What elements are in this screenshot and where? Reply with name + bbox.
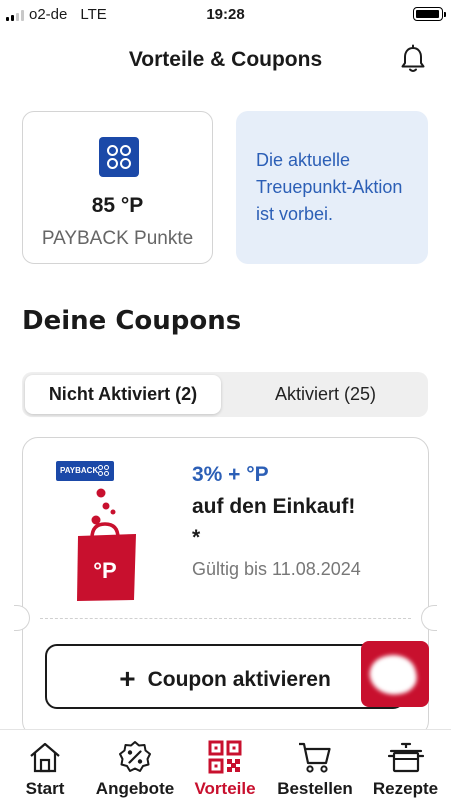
battery-icon bbox=[413, 7, 446, 21]
plus-icon: + bbox=[119, 663, 136, 694]
tab-rezepte-label: Rezepte bbox=[372, 779, 439, 798]
coupon-headline: 3% + °P bbox=[192, 463, 269, 486]
tab-activated[interactable]: Aktiviert (25) bbox=[226, 375, 425, 414]
percent-badge-icon bbox=[119, 741, 151, 772]
payback-logo-icon bbox=[99, 137, 139, 177]
shopping-bag-points-icon: °P bbox=[77, 488, 136, 601]
points-label: PAYBACK Punkte bbox=[41, 228, 194, 249]
tab-rezepte[interactable]: Rezepte bbox=[360, 730, 451, 801]
tab-vorteile[interactable]: Vorteile bbox=[180, 730, 270, 801]
coupon-note: * bbox=[192, 526, 201, 549]
tab-angebote-label: Angebote bbox=[95, 779, 175, 798]
payback-points-card[interactable]: 85 °P PAYBACK Punkte bbox=[22, 111, 213, 264]
house-icon bbox=[30, 742, 60, 773]
page-title: Vorteile & Coupons bbox=[128, 48, 323, 71]
promo-info-card: Die aktuelle Treuepunkt-Aktion ist vorbe… bbox=[236, 111, 428, 264]
clock: 19:28 bbox=[206, 6, 245, 23]
coupons-section-title: Deine Coupons bbox=[22, 306, 242, 336]
coupon-subline: auf den Einkauf! bbox=[192, 495, 356, 518]
coupon-divider bbox=[40, 618, 411, 619]
tab-vorteile-label: Vorteile bbox=[194, 779, 256, 798]
promo-text: Die aktuelle Treuepunkt-Aktion ist vorbe… bbox=[256, 150, 403, 224]
bag-points-label: °P bbox=[93, 558, 116, 583]
tab-angebote[interactable]: Angebote bbox=[90, 730, 180, 801]
payback-badge: PAYBACK bbox=[56, 461, 114, 481]
floating-scan-widget[interactable] bbox=[361, 641, 429, 707]
tab-not-activated[interactable]: Nicht Aktiviert (2) bbox=[25, 375, 221, 414]
scan-blob-icon bbox=[366, 650, 420, 700]
payback-dots-icon bbox=[98, 465, 110, 477]
tab-bestellen-label: Bestellen bbox=[277, 779, 353, 798]
points-value: 85 °P bbox=[91, 194, 144, 217]
tab-start[interactable]: Start bbox=[0, 730, 90, 801]
payback-badge-text: PAYBACK bbox=[60, 466, 99, 475]
app-header: Vorteile & Coupons bbox=[0, 44, 451, 78]
coupon-filter-tabs: Nicht Aktiviert (2) Aktiviert (25) bbox=[22, 372, 428, 417]
bell-icon[interactable] bbox=[399, 44, 427, 74]
qr-code-icon bbox=[208, 740, 242, 774]
activate-coupon-button[interactable]: + Coupon aktivieren bbox=[45, 644, 405, 709]
tab-start-label: Start bbox=[25, 779, 65, 798]
pot-icon bbox=[387, 742, 424, 773]
activate-coupon-label: Coupon aktivieren bbox=[147, 668, 331, 691]
tab-bestellen[interactable]: Bestellen bbox=[270, 730, 360, 801]
coupon-validity: Gültig bis 11.08.2024 bbox=[192, 559, 361, 579]
bottom-tab-bar: Start Angebote Vorteile Bestellen Rezept… bbox=[0, 729, 451, 801]
status-bar: o2-de LTE 19:28 bbox=[0, 0, 451, 30]
cart-icon bbox=[299, 742, 331, 773]
